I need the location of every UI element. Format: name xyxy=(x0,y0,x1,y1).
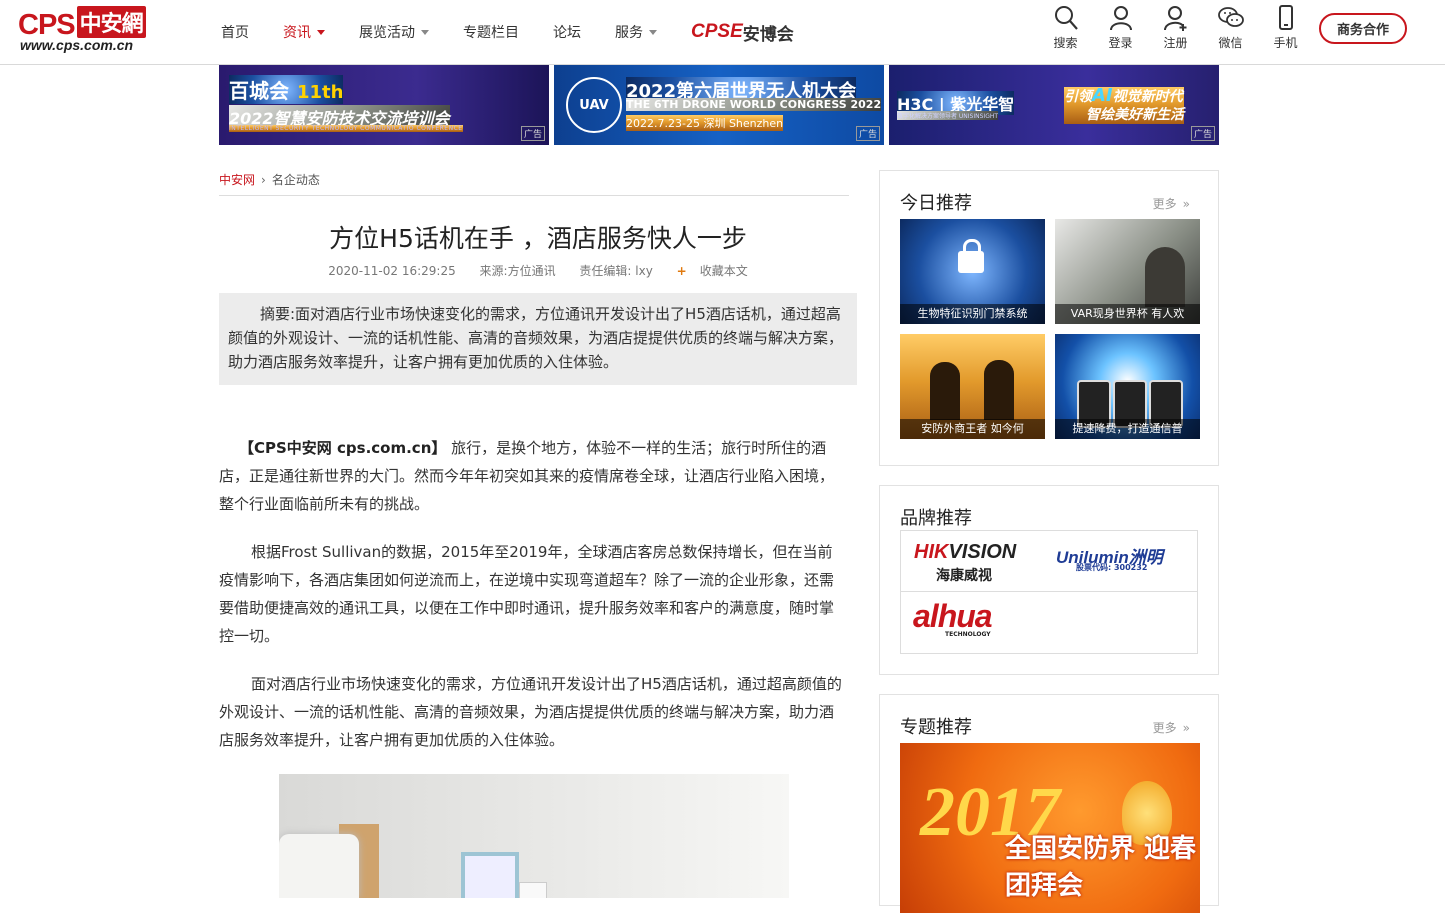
article-paragraph: 【CPS中安网 cps.com.cn】 旅行，是换个地方，体验不一样的生活；旅行… xyxy=(219,439,835,513)
more-link[interactable]: 更多» xyxy=(1153,719,1190,736)
ad1-sub: INTELLIGENT SECURITY TECHNOLOGY COMMUNIC… xyxy=(229,125,463,132)
article-meta: 2020-11-02 16:29:25 来源:方位通讯 责任编辑: lxy + 收… xyxy=(219,262,857,279)
recommend-item[interactable]: 提速降费，打造通信普 xyxy=(1055,334,1200,439)
ad3-line1b: AI xyxy=(1092,85,1113,106)
double-chevron-right-icon: » xyxy=(1182,721,1190,735)
nav-forum[interactable]: 论坛 xyxy=(553,22,581,42)
today-recommend-panel: 今日推荐 更多» 生物特征识别门禁系统 VAR现身世界杯 有人欢 安防外商王者 … xyxy=(879,170,1219,466)
ad-tag: 广告 xyxy=(520,126,545,141)
panel-title: 今日推荐 xyxy=(900,193,972,214)
nav-cpse-logo[interactable]: CPSE 安博会 xyxy=(691,20,794,45)
article-title: 方位H5话机在手 ，酒店服务快人一步 xyxy=(329,224,747,253)
ad-banner-drone-congress[interactable]: UAV 2022第六届世界无人机大会 THE 6TH DRONE WORLD C… xyxy=(554,65,884,145)
recommend-item[interactable]: VAR现身世界杯 有人欢 xyxy=(1055,219,1200,324)
main-nav: 首页 资讯 展览活动 专题栏目 论坛 服务 CPSE 安博会 xyxy=(221,0,794,64)
ad-banner-conference[interactable]: 百城会 11th 2022智慧安防技术交流培训会 INTELLIGENT SECU… xyxy=(219,65,549,145)
article-paragraph: 根据Frost Sullivan的数据，2015年至2019年，全球酒店客房总数… xyxy=(219,543,835,645)
ad3-line2: 智绘美好新生活 xyxy=(1086,107,1184,123)
logo-url: www.cps.com.cn xyxy=(20,37,134,53)
phone-icon xyxy=(1278,5,1293,30)
ad-banner-h3c[interactable]: H3C | 紫光华智 数字化解决方案领导者 UNISINSIGHT 引领AI视觉… xyxy=(889,65,1219,145)
user-icon xyxy=(1109,6,1132,31)
recommend-item[interactable]: 生物特征识别门禁系统 xyxy=(900,219,1045,324)
tool-login[interactable]: 登录 xyxy=(1093,4,1148,51)
wechat-icon xyxy=(1217,7,1244,27)
nav-home[interactable]: 首页 xyxy=(221,22,249,42)
divider xyxy=(219,195,849,196)
article-lead: 【CPS中安网 cps.com.cn】 xyxy=(239,439,447,457)
tool-wechat[interactable]: 微信 xyxy=(1203,4,1258,51)
nav-topics[interactable]: 专题栏目 xyxy=(463,22,519,42)
breadcrumb-section[interactable]: 名企动态 xyxy=(272,173,320,187)
recommend-item[interactable]: 安防外商王者 如今何 xyxy=(900,334,1045,439)
ad-tag: 广告 xyxy=(1190,126,1215,141)
article-image xyxy=(279,774,789,898)
topic-banner[interactable]: 2017 全国安防界 迎春团拜会 xyxy=(900,743,1200,913)
nav-services[interactable]: 服务 xyxy=(615,22,657,42)
breadcrumb-home[interactable]: 中安网 xyxy=(219,173,255,187)
breadcrumb: 中安网 › 名企动态 xyxy=(219,171,320,188)
business-cooperation-button[interactable]: 商务合作 xyxy=(1319,13,1407,44)
nav-news[interactable]: 资讯 xyxy=(283,22,325,42)
double-chevron-right-icon: » xyxy=(1182,197,1190,211)
article-editor: 责任编辑: lxy xyxy=(579,264,653,278)
article-paragraph: 面对酒店行业市场快速变化的需求，方位通讯开发设计出了H5酒店话机，通过超高颜值的… xyxy=(219,675,842,749)
article-source: 来源:方位通讯 xyxy=(479,264,556,278)
brand-recommend-panel: 品牌推荐 HIKVISION 海康威视 Unilumin洲明 股票代码: 300… xyxy=(879,485,1219,675)
ad2-date: 2022.7.23-25 深圳 Shenzhen xyxy=(626,115,784,131)
more-link[interactable]: 更多» xyxy=(1153,195,1190,212)
topic-text: 全国安防界 迎春团拜会 xyxy=(1005,834,1197,901)
topic-recommend-panel: 专题推荐 更多» 2017 全国安防界 迎春团拜会 xyxy=(879,694,1219,913)
ad-tag: 广告 xyxy=(855,126,880,141)
nav-exhibitions[interactable]: 展览活动 xyxy=(359,22,429,42)
ad-banners: 百城会 11th 2022智慧安防技术交流培训会 INTELLIGENT SECU… xyxy=(219,65,1219,145)
article-summary: 摘要:面对酒店行业市场快速变化的需求，方位通讯开发设计出了H5酒店话机，通过超高… xyxy=(219,293,857,385)
chevron-right-icon: › xyxy=(261,173,266,187)
ad3-line1a: 引领 xyxy=(1064,89,1092,105)
brand-grid: HIKVISION 海康威视 Unilumin洲明 股票代码: 300232 a… xyxy=(900,530,1198,654)
logo-cn: 中安網 xyxy=(76,6,146,38)
panel-title: 品牌推荐 xyxy=(900,508,972,529)
ad3-line1c: 视觉新时代 xyxy=(1112,89,1183,105)
chevron-down-icon xyxy=(649,29,657,35)
plus-icon: + xyxy=(676,264,687,278)
tool-mobile[interactable]: 手机 xyxy=(1258,4,1313,51)
chevron-down-icon xyxy=(421,29,429,35)
article-date: 2020-11-02 16:29:25 xyxy=(328,264,456,278)
user-add-icon xyxy=(1163,6,1186,31)
chevron-down-icon xyxy=(317,29,325,35)
favorite-link[interactable]: + 收藏本文 xyxy=(677,264,758,278)
uav-logo-icon: UAV xyxy=(566,77,622,133)
tool-search[interactable]: 搜索 xyxy=(1038,4,1093,51)
ad2-en: THE 6TH DRONE WORLD CONGRESS 2022 xyxy=(626,98,882,111)
panel-title: 专题推荐 xyxy=(900,717,972,738)
site-header: CPS 中安網 www.cps.com.cn 首页 资讯 展览活动 专题栏目 论坛… xyxy=(0,0,1445,65)
ad1-num: 11th xyxy=(297,82,344,103)
header-tools: 搜索 登录 注册 微信 手机 xyxy=(1038,4,1313,51)
ad3-sub: 数字化解决方案领导者 UNISINSIGHT xyxy=(897,111,999,120)
search-icon xyxy=(1054,6,1078,30)
ad1-brand: 百城会 xyxy=(229,79,289,103)
site-logo[interactable]: CPS 中安網 www.cps.com.cn xyxy=(18,6,178,53)
tool-register[interactable]: 注册 xyxy=(1148,4,1203,51)
